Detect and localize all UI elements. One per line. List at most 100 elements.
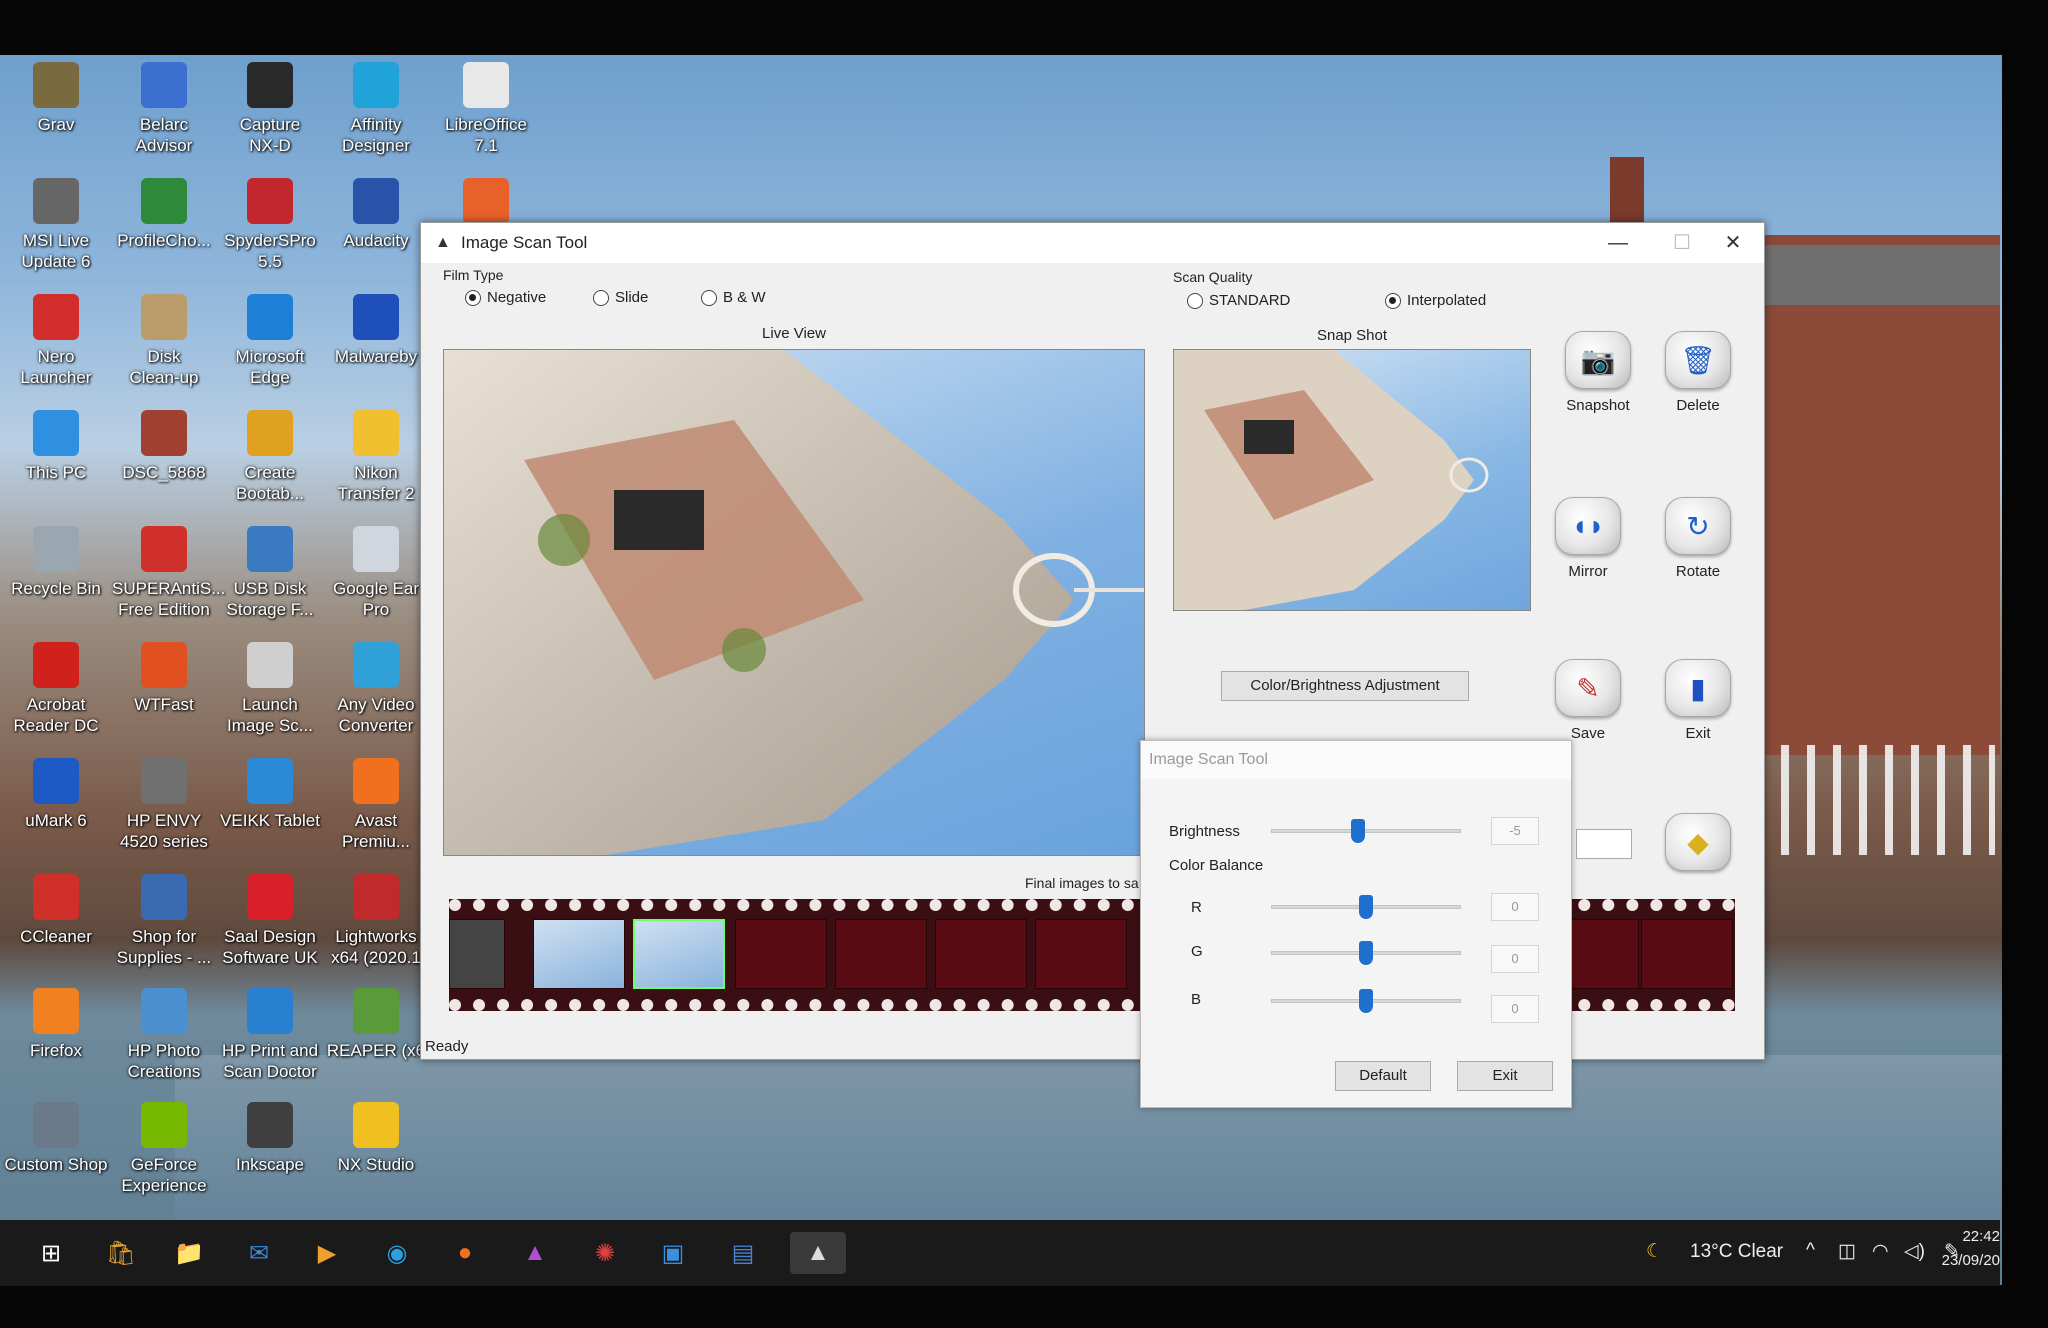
edge-icon[interactable]: ◉ xyxy=(376,1232,418,1274)
desktop-icon[interactable]: uMark 6 xyxy=(4,758,108,831)
film-frame-3[interactable] xyxy=(735,919,827,989)
desktop-icon[interactable]: CCleaner xyxy=(4,874,108,947)
desktop-icon[interactable]: LibreOffice 7.1 xyxy=(434,62,538,156)
desktop-icon[interactable]: ProfileCho... xyxy=(112,178,216,251)
desktop-icon[interactable]: MSI Live Update 6 xyxy=(4,178,108,272)
photos-icon[interactable]: ▣ xyxy=(652,1232,694,1274)
scan-quality-interpolated-radio[interactable]: Interpolated xyxy=(1385,292,1486,309)
desktop-icon[interactable]: WTFast xyxy=(112,642,216,715)
film-type-negative-radio[interactable]: Negative xyxy=(465,289,546,306)
desktop-icon[interactable]: VEIKK Tablet xyxy=(218,758,322,831)
affinity-icon[interactable]: ▲ xyxy=(514,1232,556,1274)
desktop-icon[interactable]: Nikon Transfer 2 xyxy=(324,410,428,504)
desktop-icon[interactable]: Belarc Advisor xyxy=(112,62,216,156)
desktop-icon[interactable]: Custom Shop xyxy=(4,1102,108,1175)
window-titlebar[interactable]: ▲ Image Scan Tool xyxy=(421,223,1764,263)
film-frame-12[interactable] xyxy=(1641,919,1733,989)
film-type-bw-radio[interactable]: B & W xyxy=(701,289,766,306)
blue-value[interactable]: 0 xyxy=(1491,995,1539,1023)
red-value[interactable]: 0 xyxy=(1491,893,1539,921)
blue-slider-thumb[interactable] xyxy=(1359,989,1373,1013)
clock-date[interactable]: 23/09/20 xyxy=(1940,1252,2000,1269)
scan-quality-standard-radio[interactable]: STANDARD xyxy=(1187,292,1290,309)
dialog-exit-button[interactable]: Exit xyxy=(1457,1061,1553,1091)
film-frame-4[interactable] xyxy=(835,919,927,989)
brightness-slider-track[interactable] xyxy=(1271,829,1461,833)
dialog-title[interactable]: Image Scan Tool xyxy=(1141,741,1571,779)
desktop-icon[interactable]: HP Print and Scan Doctor xyxy=(218,988,322,1082)
desktop-icon[interactable]: NX Studio xyxy=(324,1102,428,1175)
color-wheel-icon[interactable]: ✺ xyxy=(584,1232,626,1274)
film-frame-5[interactable] xyxy=(935,919,1027,989)
desktop-icon[interactable]: Any Video Converter xyxy=(324,642,428,736)
film-frame-1[interactable] xyxy=(533,919,625,989)
media-player-icon[interactable]: ▶ xyxy=(306,1232,348,1274)
desktop-icon[interactable]: Acrobat Reader DC xyxy=(4,642,108,736)
desktop-icon[interactable]: Nero Launcher xyxy=(4,294,108,388)
tray-network-icon[interactable]: ◫ xyxy=(1838,1240,1856,1263)
desktop-icon[interactable]: SpyderSPro 5.5 xyxy=(218,178,322,272)
desktop-icon[interactable]: Affinity Designer xyxy=(324,62,428,156)
film-frame-6[interactable] xyxy=(1035,919,1127,989)
desktop-icon[interactable]: Malwareby xyxy=(324,294,428,367)
desktop-icon[interactable]: Disk Clean-up xyxy=(112,294,216,388)
snapshot-button[interactable]: 📷 Snapshot xyxy=(1561,331,1635,414)
desktop-icon[interactable]: Firefox xyxy=(4,988,108,1061)
film-type-slide-radio[interactable]: Slide xyxy=(593,289,648,306)
brightness-value[interactable]: -5 xyxy=(1491,817,1539,845)
red-slider-thumb[interactable] xyxy=(1359,895,1373,919)
document-icon[interactable]: ▤ xyxy=(722,1232,764,1274)
desktop-icon[interactable]: USB Disk Storage F... xyxy=(218,526,322,620)
desktop-icon[interactable]: GeForce Experience xyxy=(112,1102,216,1196)
store-icon[interactable]: 🛍 xyxy=(100,1232,142,1274)
desktop-icon-label: DSC_5868 xyxy=(122,463,206,482)
tag-button[interactable]: ◆ xyxy=(1661,813,1735,879)
desktop-icon[interactable]: Recycle Bin xyxy=(4,526,108,599)
desktop-icon-label: Affinity Designer xyxy=(341,115,411,155)
desktop-icon[interactable]: Microsoft Edge xyxy=(218,294,322,388)
desktop-icon[interactable]: HP Photo Creations xyxy=(112,988,216,1082)
desktop-icon[interactable]: Google Ear Pro xyxy=(324,526,428,620)
color-brightness-adjustment-button[interactable]: Color/Brightness Adjustment xyxy=(1221,671,1469,701)
desktop-icon[interactable]: Capture NX-D xyxy=(218,62,322,156)
image-scan-tool-taskbar-icon[interactable]: ▲ xyxy=(790,1232,846,1274)
brightness-slider-thumb[interactable] xyxy=(1351,819,1365,843)
minimize-button[interactable]: — xyxy=(1586,223,1650,263)
desktop-icon[interactable]: Lightworks x64 (2020.1 xyxy=(324,874,428,968)
exit-button[interactable]: ▮ Exit xyxy=(1661,659,1735,742)
desktop-icon[interactable]: Shop for Supplies - ... xyxy=(112,874,216,968)
mail-icon[interactable]: ✉ xyxy=(238,1232,280,1274)
desktop-icon[interactable]: This PC xyxy=(4,410,108,483)
desktop-icon-label: LibreOffice 7.1 xyxy=(445,115,527,155)
default-button[interactable]: Default xyxy=(1335,1061,1431,1091)
desktop-icon[interactable]: Grav xyxy=(4,62,108,135)
weather-text[interactable]: 13°C Clear xyxy=(1690,1241,1783,1263)
desktop-icon[interactable]: Launch Image Sc... xyxy=(218,642,322,736)
desktop-icon[interactable]: Saal Design Software UK xyxy=(218,874,322,968)
tray-volume-icon[interactable]: ◁) xyxy=(1904,1240,1925,1263)
green-slider-thumb[interactable] xyxy=(1359,941,1373,965)
clock-time[interactable]: 22:42 xyxy=(1940,1228,2000,1245)
filename-field[interactable] xyxy=(1576,829,1632,859)
green-value[interactable]: 0 xyxy=(1491,945,1539,973)
desktop-icon[interactable]: HP ENVY 4520 series xyxy=(112,758,216,852)
save-button[interactable]: ✎ Save xyxy=(1551,659,1625,742)
firefox-icon[interactable]: ● xyxy=(444,1232,486,1274)
desktop-icon[interactable]: Create Bootab... xyxy=(218,410,322,504)
tray-wifi-icon[interactable]: ◠ xyxy=(1872,1240,1889,1263)
film-frame-2-selected[interactable] xyxy=(633,919,725,989)
rotate-button[interactable]: ↻ Rotate xyxy=(1661,497,1735,580)
desktop-icon[interactable]: Avast Premiu... xyxy=(324,758,428,852)
desktop-icon[interactable]: Inkscape xyxy=(218,1102,322,1175)
desktop-icon[interactable]: DSC_5868 xyxy=(112,410,216,483)
delete-button[interactable]: 🗑 Delete xyxy=(1661,331,1735,414)
desktop-icon[interactable]: REAPER (x6 xyxy=(324,988,428,1061)
green-label: G xyxy=(1191,943,1203,960)
desktop-icon[interactable]: SUPERAntiS... Free Edition xyxy=(112,526,225,620)
close-button[interactable]: ✕ xyxy=(1701,223,1765,263)
mirror-button[interactable]: ◖◗ Mirror xyxy=(1551,497,1625,580)
desktop-icon[interactable]: Audacity xyxy=(324,178,428,251)
file-explorer-icon[interactable]: 📁 xyxy=(168,1232,210,1274)
windows-start-icon[interactable]: ⊞ xyxy=(30,1232,72,1274)
tray-chevron-up-icon[interactable]: ^ xyxy=(1806,1240,1815,1262)
